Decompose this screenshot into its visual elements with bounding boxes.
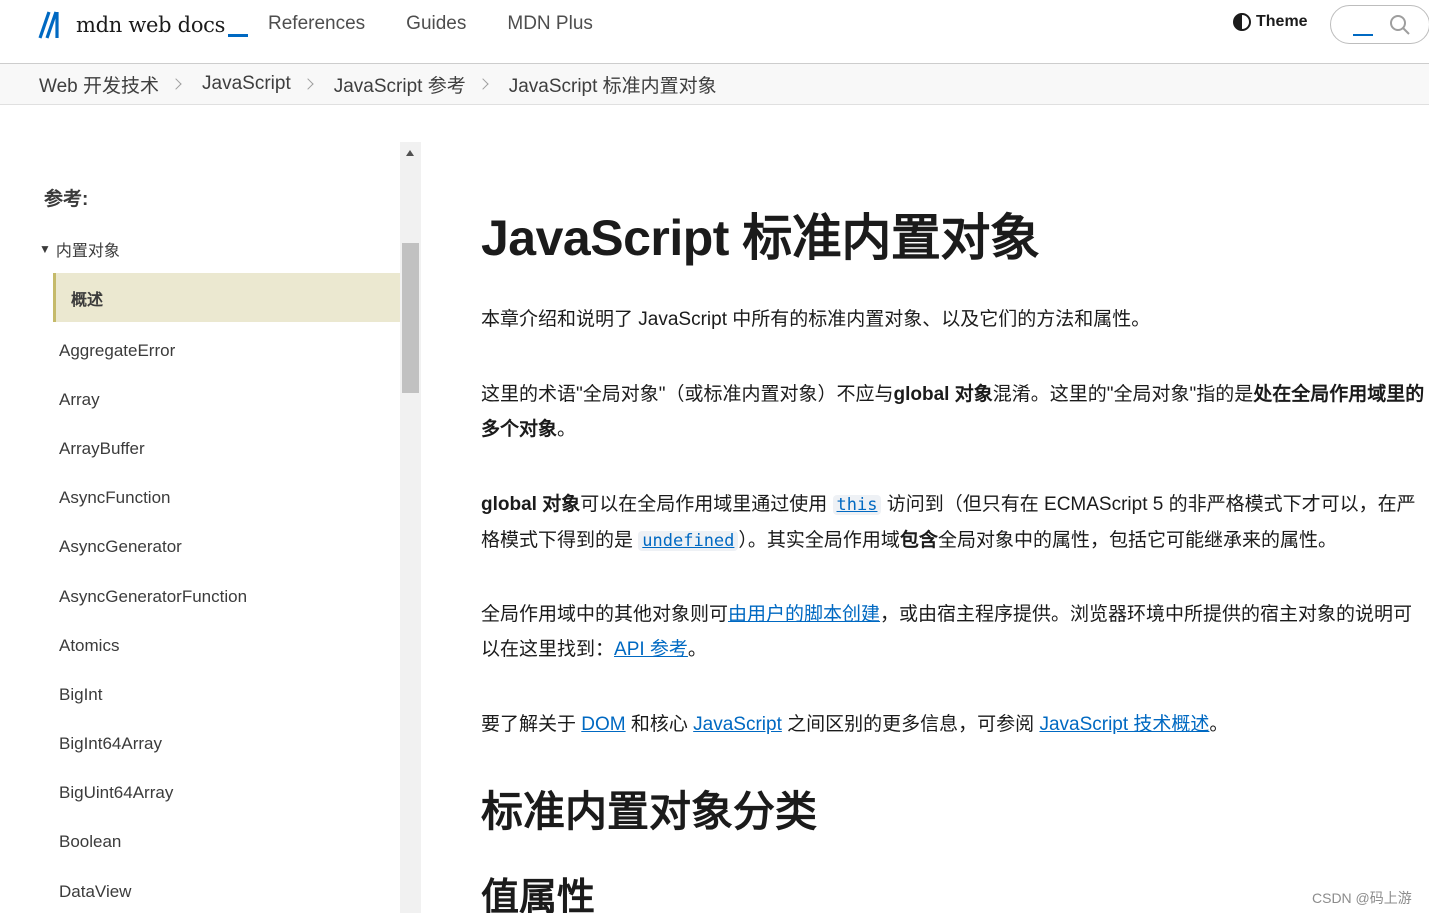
scroll-up-arrow-icon[interactable] (406, 150, 414, 156)
link-javascript[interactable]: JavaScript (693, 714, 782, 735)
bold-text: global 对象 (481, 494, 581, 515)
breadcrumb-item-reference[interactable]: JavaScript 参考 (334, 71, 466, 98)
breadcrumb-item-current[interactable]: JavaScript 标准内置对象 (509, 71, 717, 98)
breadcrumb-item-web[interactable]: Web 开发技术 (39, 71, 159, 98)
theme-label: Theme (1256, 13, 1308, 30)
text: 之间区别的更多信息，可参阅 (781, 714, 1040, 735)
text: 。 (1209, 714, 1229, 735)
link-user-scripts[interactable]: 由用户的脚本创建 (728, 604, 880, 625)
nav-references[interactable]: References (268, 13, 365, 35)
global-object-paragraph: 这里的术语"全局对象"（或标准内置对象）不应与global 对象混淆。这里的"全… (481, 377, 1429, 447)
sidebar-scrollbar[interactable] (400, 142, 421, 913)
sidebar: 参考: ▼ 内置对象 概述 AggregateError Array Array… (0, 142, 400, 913)
sidebar-item-asyncgeneratorfunction[interactable]: AsyncGeneratorFunction (59, 572, 247, 621)
bold-text: 包含 (899, 530, 938, 551)
chevron-right-icon (170, 78, 182, 90)
this-paragraph: global 对象可以在全局作用域里通过使用 this 访问到（但只有在 ECM… (481, 487, 1429, 559)
sidebar-group-label: 内置对象 (55, 243, 120, 260)
sidebar-item-dataview[interactable]: DataView (59, 867, 247, 913)
dom-paragraph: 要了解关于 DOM 和核心 JavaScript 之间区别的更多信息，可参阅 J… (481, 707, 1429, 742)
intro-paragraph: 本章介绍和说明了 JavaScript 中所有的标准内置对象、以及它们的方法和属… (481, 309, 1151, 330)
nav-guides[interactable]: Guides (406, 13, 466, 35)
text: 可以在全局作用域里通过使用 (580, 494, 833, 515)
link-dom[interactable]: DOM (581, 714, 625, 735)
theme-icon (1233, 13, 1251, 31)
text: 全局作用域中的其他对象则可 (481, 604, 729, 625)
disclosure-triangle-icon: ▼ (39, 242, 51, 256)
scrollbar-thumb[interactable] (402, 243, 419, 393)
sidebar-item-atomics[interactable]: Atomics (59, 621, 247, 670)
section-heading: 标准内置对象分类 (481, 788, 818, 835)
sidebar-item-aggregateerror[interactable]: AggregateError (59, 326, 247, 375)
breadcrumb: Web 开发技术 JavaScript JavaScript 参考 JavaSc… (0, 64, 1429, 105)
breadcrumb-item-javascript[interactable]: JavaScript (202, 73, 291, 95)
sidebar-item-overview[interactable]: 概述 (53, 273, 400, 322)
sidebar-item-asyncgenerator[interactable]: AsyncGenerator (59, 523, 247, 572)
sidebar-item-bigint[interactable]: BigInt (59, 670, 247, 719)
page-title: JavaScript 标准内置对象 (481, 210, 1040, 266)
sidebar-item-asyncfunction[interactable]: AsyncFunction (59, 474, 247, 523)
logo-text: mdn web docs (76, 13, 226, 37)
text: ）。其实全局作用域 (738, 530, 900, 551)
mdn-logo-icon (38, 11, 59, 39)
watermark: CSDN @码上游 (1312, 890, 1412, 906)
subsection-heading: 值属性 (481, 877, 596, 913)
main-nav: References Guides MDN Plus (268, 0, 593, 48)
code-link-undefined[interactable]: undefined (638, 531, 739, 551)
sidebar-item-biguint64array[interactable]: BigUint64Array (59, 769, 247, 818)
bold-text: global 对象 (893, 384, 993, 405)
text: 全局对象中的属性，包括它可能继承来的属性。 (937, 530, 1337, 551)
text: 混淆。这里的"全局对象"指的是 (992, 384, 1254, 405)
host-objects-paragraph: 全局作用域中的其他对象则可由用户的脚本创建，或由宿主程序提供。浏览器环境中所提供… (481, 597, 1429, 667)
code-link-this[interactable]: this (832, 495, 882, 515)
chevron-right-icon (477, 78, 489, 90)
sidebar-list: AggregateError Array ArrayBuffer AsyncFu… (59, 326, 247, 913)
chevron-right-icon (302, 78, 314, 90)
sidebar-item-boolean[interactable]: Boolean (59, 818, 247, 867)
text: 。 (687, 639, 707, 660)
top-navigation-bar: mdn web docs References Guides MDN Plus … (0, 0, 1429, 64)
sidebar-heading: 参考: (44, 189, 89, 210)
text: 这里的术语"全局对象"（或标准内置对象）不应与 (481, 384, 894, 405)
sidebar-item-bigint64array[interactable]: BigInt64Array (59, 720, 247, 769)
sidebar-item-arraybuffer[interactable]: ArrayBuffer (59, 424, 247, 473)
mdn-logo[interactable]: mdn web docs (38, 11, 249, 39)
logo-underscore (228, 33, 249, 37)
sidebar-group-builtins[interactable]: ▼ 内置对象 (39, 237, 120, 261)
search-icon[interactable] (1389, 14, 1411, 36)
link-js-overview[interactable]: JavaScript 技术概述 (1039, 714, 1209, 735)
text: 。 (557, 419, 577, 440)
text: 和核心 (625, 714, 694, 735)
nav-mdn-plus[interactable]: MDN Plus (507, 13, 593, 35)
theme-switcher-button[interactable]: Theme (1232, 12, 1308, 32)
text: 要了解关于 (481, 714, 582, 735)
sidebar-item-array[interactable]: Array (59, 375, 247, 424)
link-api-reference[interactable]: API 参考 (614, 639, 688, 660)
search-caret (1353, 34, 1373, 36)
search-input[interactable] (1330, 5, 1429, 44)
